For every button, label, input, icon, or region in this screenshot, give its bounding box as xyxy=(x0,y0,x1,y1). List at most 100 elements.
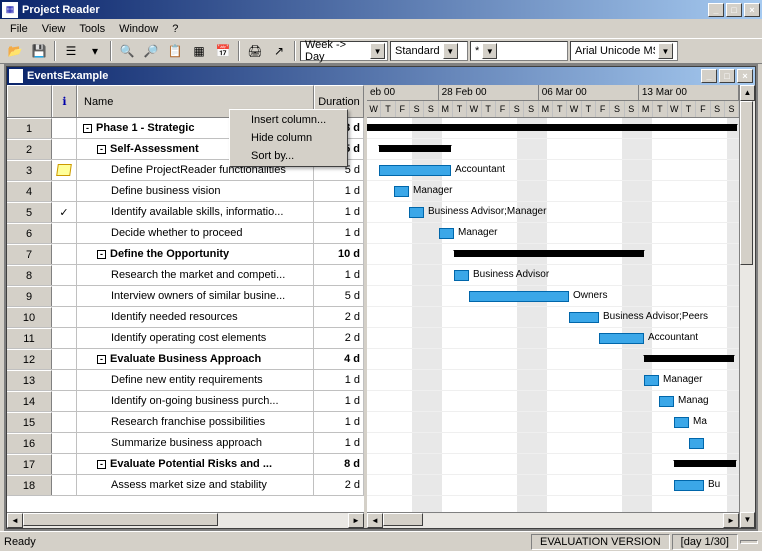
table-row[interactable]: 15Research franchise possibilities1 d xyxy=(7,412,364,433)
task-bar[interactable] xyxy=(394,186,409,197)
table-hscroll[interactable]: ◄► xyxy=(7,512,364,528)
table-row[interactable]: 6Decide whether to proceed1 d xyxy=(7,223,364,244)
task-name: Identify on-going business purch... xyxy=(77,391,314,411)
table-row[interactable]: 8Research the market and competi...1 d xyxy=(7,265,364,286)
bar-label: Owners xyxy=(573,290,607,301)
menu-bar: File View Tools Window ? xyxy=(0,19,762,38)
table-row[interactable]: 7-Define the Opportunity10 d xyxy=(7,244,364,265)
summary-bar[interactable] xyxy=(379,145,451,152)
gantt-row: Business Advisor xyxy=(367,265,739,286)
table-row[interactable]: 17-Evaluate Potential Risks and ...8 d xyxy=(7,454,364,475)
day-header: W xyxy=(367,101,381,117)
day-header: W xyxy=(668,101,682,117)
table-row[interactable]: 5✓Identify available skills, informatio.… xyxy=(7,202,364,223)
table-row[interactable]: 14Identify on-going business purch...1 d xyxy=(7,391,364,412)
task-bar[interactable] xyxy=(689,438,704,449)
collapse-icon[interactable]: - xyxy=(83,124,92,133)
menu-file[interactable]: File xyxy=(4,21,34,37)
close-button[interactable]: × xyxy=(744,3,760,17)
menu-window[interactable]: Window xyxy=(113,21,164,37)
row-number: 7 xyxy=(7,244,52,264)
menu-tools[interactable]: Tools xyxy=(73,21,111,37)
task-bar[interactable] xyxy=(659,396,674,407)
ctx-insert-column[interactable]: Insert column... xyxy=(231,111,346,129)
export-icon[interactable]: ↗ xyxy=(268,40,290,62)
menu-help[interactable]: ? xyxy=(166,21,184,37)
minimize-button[interactable]: _ xyxy=(708,3,724,17)
ctx-sort-by[interactable]: Sort by... xyxy=(231,147,346,165)
col-rownum[interactable] xyxy=(7,85,52,117)
row-number: 11 xyxy=(7,328,52,348)
table-row[interactable]: 12-Evaluate Business Approach4 d xyxy=(7,349,364,370)
summary-bar[interactable] xyxy=(674,460,736,467)
gantt-hscroll[interactable]: ◄► xyxy=(367,512,739,528)
table-row[interactable]: 9Interview owners of similar busine...5 … xyxy=(7,286,364,307)
task-bar[interactable] xyxy=(379,165,451,176)
save-icon[interactable]: 💾 xyxy=(28,40,50,62)
task-bar[interactable] xyxy=(469,291,569,302)
row-number: 3 xyxy=(7,160,52,180)
table-row[interactable]: 16Summarize business approach1 d xyxy=(7,433,364,454)
grid-icon[interactable]: ▦ xyxy=(188,40,210,62)
gantt-vscroll[interactable]: ▲▼ xyxy=(739,85,755,528)
row-number: 1 xyxy=(7,118,52,138)
row-indicator xyxy=(52,370,77,390)
chevron-down-icon[interactable]: ▾ xyxy=(84,40,106,62)
task-bar[interactable] xyxy=(674,480,704,491)
zoom-out-icon[interactable]: 🔍 xyxy=(116,40,138,62)
row-indicator xyxy=(52,328,77,348)
maximize-button[interactable]: □ xyxy=(726,3,742,17)
table-row[interactable]: 10Identify needed resources2 d xyxy=(7,307,364,328)
status-eval: EVALUATION VERSION xyxy=(531,534,670,550)
collapse-icon[interactable]: - xyxy=(97,250,106,259)
task-duration: 8 d xyxy=(314,454,364,474)
task-name: Research the market and competi... xyxy=(77,265,314,285)
task-bar[interactable] xyxy=(409,207,424,218)
bar-label: Manager xyxy=(413,185,452,196)
bar-label: Manag xyxy=(678,395,709,406)
task-bar[interactable] xyxy=(439,228,454,239)
filter-combo[interactable]: *▼ xyxy=(470,41,568,61)
collapse-icon[interactable]: - xyxy=(97,355,106,364)
row-indicator xyxy=(52,118,77,138)
task-name: Identify operating cost elements xyxy=(77,328,314,348)
task-duration: 5 d xyxy=(314,286,364,306)
doc-close-button[interactable]: × xyxy=(737,69,753,83)
row-indicator xyxy=(52,286,77,306)
calendar-icon[interactable]: 📅 xyxy=(212,40,234,62)
task-bar[interactable] xyxy=(599,333,644,344)
task-duration: 10 d xyxy=(314,244,364,264)
table-row[interactable]: 18Assess market size and stability2 d xyxy=(7,475,364,496)
print-icon[interactable]: 🖨 xyxy=(244,40,266,62)
collapse-icon[interactable]: - xyxy=(97,145,106,154)
gantt-row: Manag xyxy=(367,391,739,412)
row-number: 17 xyxy=(7,454,52,474)
open-icon[interactable]: 📂 xyxy=(4,40,26,62)
zoom-in-icon[interactable]: 🔎 xyxy=(140,40,162,62)
gantt-row xyxy=(367,349,739,370)
summary-bar[interactable] xyxy=(367,124,737,131)
zoom-combo[interactable]: Week -> Day▼ xyxy=(300,41,388,61)
view-combo[interactable]: Standard▼ xyxy=(390,41,468,61)
row-indicator xyxy=(52,223,77,243)
menu-view[interactable]: View xyxy=(36,21,72,37)
gantt-body[interactable]: AccountantManagerBusiness Advisor;Manage… xyxy=(367,118,739,512)
summary-bar[interactable] xyxy=(644,355,734,362)
collapse-icon[interactable]: - xyxy=(97,460,106,469)
table-row[interactable]: 13Define new entity requirements1 d xyxy=(7,370,364,391)
doc-minimize-button[interactable]: _ xyxy=(701,69,717,83)
summary-bar[interactable] xyxy=(454,250,644,257)
copy-icon[interactable]: 📋 xyxy=(164,40,186,62)
ctx-hide-column[interactable]: Hide column xyxy=(231,129,346,147)
tree-icon[interactable]: ☰ xyxy=(60,40,82,62)
font-combo[interactable]: Arial Unicode MS▼ xyxy=(570,41,678,61)
doc-maximize-button[interactable]: □ xyxy=(719,69,735,83)
table-row[interactable]: 4Define business vision1 d xyxy=(7,181,364,202)
task-bar[interactable] xyxy=(569,312,599,323)
task-bar[interactable] xyxy=(454,270,469,281)
table-row[interactable]: 11Identify operating cost elements2 d xyxy=(7,328,364,349)
col-indicator[interactable]: ℹ xyxy=(52,85,77,117)
task-bar[interactable] xyxy=(674,417,689,428)
row-indicator xyxy=(52,391,77,411)
task-bar[interactable] xyxy=(644,375,659,386)
